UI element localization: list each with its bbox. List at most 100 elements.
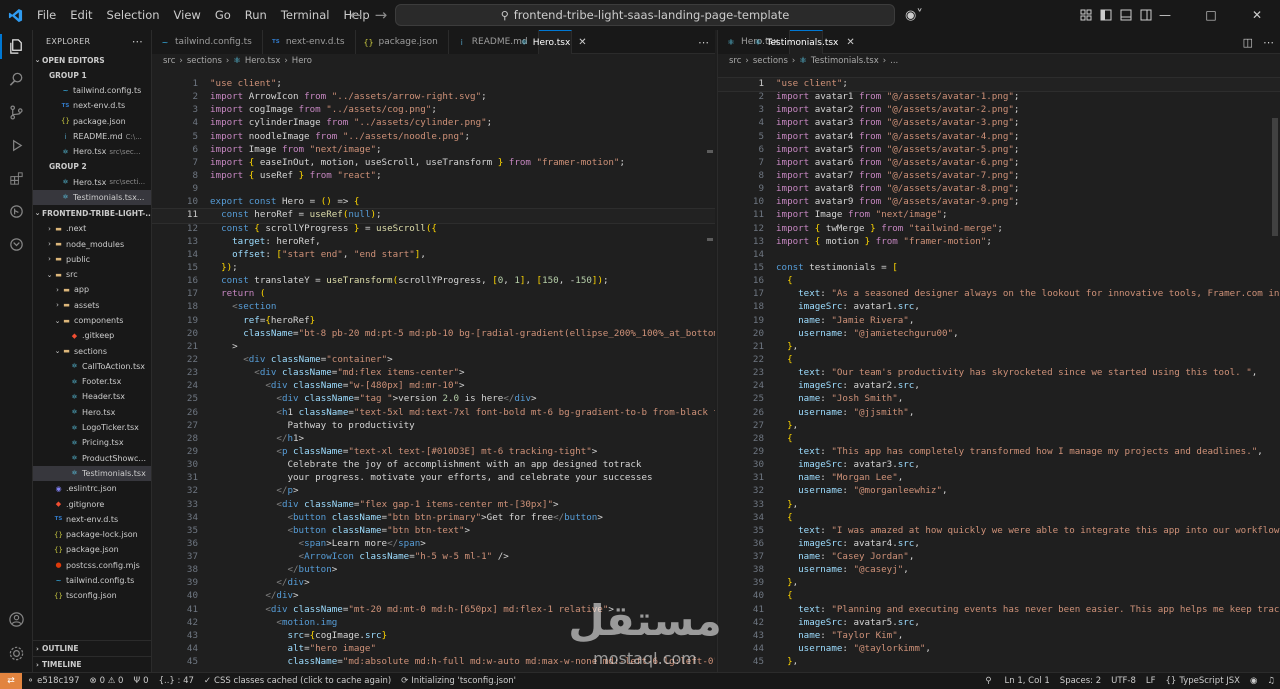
code-line[interactable]: 6 import avatar5 from "@/assets/avatar-5.…	[718, 144, 1280, 157]
code-line[interactable]: 9	[152, 183, 715, 196]
code-line[interactable]: 2 import avatar1 from "@/assets/avatar-1.…	[718, 91, 1280, 104]
notifications-bell-icon[interactable]: ♫	[1262, 676, 1280, 686]
tree-file[interactable]: ⚛ Hero.tsx	[33, 405, 151, 420]
breadcrumb-item[interactable]: ...	[890, 56, 898, 66]
code-line[interactable]: 43 src={cogImage.src}	[152, 630, 715, 643]
code-line[interactable]: 10 export const Hero = () => {	[152, 196, 715, 209]
breadcrumb-item[interactable]: Hero.tsx	[245, 56, 280, 66]
code-line[interactable]: 22 {	[718, 354, 1280, 367]
code-line[interactable]: 34 {	[718, 512, 1280, 525]
code-line[interactable]: 8 import { useRef } from "react";	[152, 170, 715, 183]
tree-file[interactable]: ⚛ Footer.tsx	[33, 374, 151, 389]
code-line[interactable]: 31 your progress. motivate your efforts,…	[152, 472, 715, 485]
account-icon[interactable]	[0, 603, 33, 636]
code-line[interactable]: 13 import { motion } from "framer-motion"…	[718, 236, 1280, 249]
breadcrumb-item[interactable]: Testimonials.tsx	[811, 56, 879, 66]
tree-folder[interactable]: › ▬ node_modules	[33, 236, 151, 251]
close-icon[interactable]: ✕	[1234, 0, 1280, 30]
editor-tab[interactable]: ~ tailwind.config.ts	[152, 30, 263, 54]
code-line[interactable]: 28 </h1>	[152, 433, 715, 446]
outline-header[interactable]: › OUTLINE	[33, 640, 151, 656]
tree-file[interactable]: ⚛ CallToAction.tsx	[33, 359, 151, 374]
code-line[interactable]: 38 username: "@caseyj",	[718, 564, 1280, 577]
open-editor-item[interactable]: ⚛ Testimonials.tsx...	[33, 189, 151, 206]
code-line[interactable]: 32 username: "@morganleewhiz",	[718, 485, 1280, 498]
code-line[interactable]: 45 },	[718, 656, 1280, 669]
code-line[interactable]: 16 const translateY = useTransform(scrol…	[152, 275, 715, 288]
code-line[interactable]: 27 Pathway to productivity	[152, 420, 715, 433]
breadcrumb-item[interactable]: sections	[187, 56, 222, 66]
code-line[interactable]: 29 text: "This app has completely transf…	[718, 446, 1280, 459]
copilot-status-icon[interactable]: ◉	[1245, 676, 1262, 686]
split-editor-icon[interactable]: ◫	[1243, 36, 1253, 49]
code-line[interactable]: 14 offset: ["start end", "end start"],	[152, 249, 715, 262]
group1-header[interactable]: GROUP 1	[33, 68, 151, 83]
code-line[interactable]: 12 const { scrollYProgress } = useScroll…	[152, 223, 715, 236]
code-line[interactable]: 33 <div className="flex gap-1 items-cent…	[152, 499, 715, 512]
source-control-icon[interactable]	[0, 96, 33, 129]
tree-file[interactable]: {} package-lock.json	[33, 527, 151, 542]
code-line[interactable]: 37 name: "Casey Jordan",	[718, 551, 1280, 564]
remote-icon[interactable]: ⇄	[0, 672, 22, 689]
tree-file[interactable]: ◆ .gitkeep	[33, 328, 151, 343]
code-line[interactable]: 22 <div className="container">	[152, 354, 715, 367]
toggle-primary-sidebar-icon[interactable]	[1100, 9, 1112, 21]
code-line[interactable]: 40 </div>	[152, 590, 715, 603]
tree-file[interactable]: {} tsconfig.json	[33, 588, 151, 603]
tree-file[interactable]: {} package.json	[33, 542, 151, 557]
code-line[interactable]: 44 username: "@taylorkimm",	[718, 643, 1280, 656]
more-actions-icon[interactable]: ⋯	[698, 36, 709, 49]
problems-indicator[interactable]: ⊗ 0 ⚠ 0	[84, 676, 128, 686]
code-line[interactable]: 17 text: "As a seasoned designer always …	[718, 288, 1280, 301]
code-line[interactable]: 15 const testimonials = [	[718, 262, 1280, 275]
code-line[interactable]: 42 imageSrc: avatar5.src,	[718, 617, 1280, 630]
breadcrumb-item[interactable]: src	[729, 56, 741, 66]
code-line[interactable]: 21 },	[718, 341, 1280, 354]
code-line[interactable]: 1 "use client";	[718, 76, 1280, 93]
code-line[interactable]: 41 text: "Planning and executing events …	[718, 604, 1280, 617]
tree-folder[interactable]: › ▬ public	[33, 252, 151, 267]
open-editor-item[interactable]: TS next-env.d.ts	[33, 98, 151, 113]
code-line[interactable]: 4 import avatar3 from "@/assets/avatar-3.…	[718, 117, 1280, 130]
code-line[interactable]: 13 target: heroRef,	[152, 236, 715, 249]
project-header[interactable]: ⌄ FRONTEND-TRIBE-LIGHT-...	[33, 205, 151, 221]
code-line[interactable]: 35 text: "I was amazed at how quickly we…	[718, 525, 1280, 538]
code-line[interactable]: 15 });	[152, 262, 715, 275]
tree-file[interactable]: ⚛ ProductShowc...	[33, 451, 151, 466]
code-editor-left[interactable]: 1 "use client"; 2 import ArrowIcon from "..…	[152, 78, 715, 672]
code-line[interactable]: 3 import avatar2 from "@/assets/avatar-2.…	[718, 104, 1280, 117]
code-line[interactable]: 7 import { easeInOut, motion, useScroll, …	[152, 157, 715, 170]
code-line[interactable]: 26 username: "@jjsmith",	[718, 407, 1280, 420]
editor-tab[interactable]: ⚛ Hero.tsx ✕	[521, 30, 587, 54]
code-line[interactable]: 34 <button className="btn btn-primary">G…	[152, 512, 715, 525]
code-line[interactable]: 26 <h1 className="text-5xl md:text-7xl f…	[152, 407, 715, 420]
code-line[interactable]: 12 import { twMerge } from "tailwind-merg…	[718, 223, 1280, 236]
code-line[interactable]: 25 <div className="tag ">version 2.0 is …	[152, 393, 715, 406]
code-line[interactable]: 39 },	[718, 577, 1280, 590]
language-mode[interactable]: {} TypeScript JSX	[1161, 676, 1245, 686]
menu-view[interactable]: View	[167, 0, 208, 30]
code-line[interactable]: 11 const heroRef = useRef(null);	[152, 208, 715, 224]
tree-folder[interactable]: ⌄ ▬ components	[33, 313, 151, 328]
code-line[interactable]: 39 </div>	[152, 577, 715, 590]
forward-arrow-icon[interactable]: →	[375, 6, 388, 24]
code-line[interactable]: 10 import avatar9 from "@/assets/avatar-9…	[718, 196, 1280, 209]
code-line[interactable]: 28 {	[718, 433, 1280, 446]
maximize-icon[interactable]: □	[1188, 0, 1234, 30]
code-line[interactable]: 4 import cylinderImage from "../assets/cy…	[152, 117, 715, 130]
more-actions-icon[interactable]: ⋯	[132, 35, 143, 48]
code-line[interactable]: 2 import ArrowIcon from "../assets/arrow-…	[152, 91, 715, 104]
code-line[interactable]: 37 <ArrowIcon className="h-5 w-5 ml-1" /…	[152, 551, 715, 564]
tree-file[interactable]: ⚛ Header.tsx	[33, 389, 151, 404]
code-line[interactable]: 36 imageSrc: avatar4.src,	[718, 538, 1280, 551]
scrollbar-right[interactable]	[1272, 78, 1280, 672]
close-tab-icon[interactable]: ✕	[578, 37, 586, 48]
code-line[interactable]: 31 name: "Morgan Lee",	[718, 472, 1280, 485]
code-line[interactable]: 43 name: "Taylor Kim",	[718, 630, 1280, 643]
branch-indicator[interactable]: ⚬ e518c197	[22, 676, 84, 686]
code-line[interactable]: 32 </p>	[152, 485, 715, 498]
code-line[interactable]: 45 className="md:absolute md:h-full md:w…	[152, 656, 715, 669]
menu-edit[interactable]: Edit	[63, 0, 99, 30]
tree-file[interactable]: ◉ .eslintrc.json	[33, 481, 151, 496]
code-line[interactable]: 16 {	[718, 275, 1280, 288]
